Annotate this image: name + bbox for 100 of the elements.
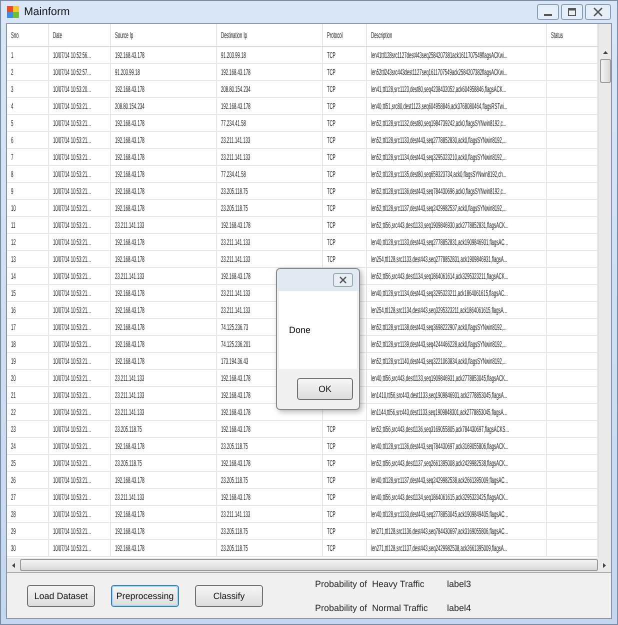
ip-cell: 23.211.141.133 — [115, 390, 144, 400]
scroll-thumb[interactable] — [20, 559, 598, 571]
dialog-message: Done — [289, 325, 311, 335]
ip-cell: 23.211.141.133 — [221, 254, 250, 264]
protocol-cell: TCP — [327, 254, 336, 264]
date-cell: 10/07/14 10:53:21... — [53, 339, 91, 349]
date-cell: 10/07/14 10:53:21... — [53, 407, 91, 417]
column-header[interactable]: Description — [367, 24, 547, 46]
column-header[interactable]: Sno — [7, 24, 49, 46]
close-icon[interactable] — [333, 273, 353, 287]
column-header[interactable]: Destination Ip — [217, 24, 323, 46]
protocol-cell: TCP — [327, 458, 336, 468]
row-number: 4 — [11, 101, 14, 111]
row-number: 14 — [11, 271, 16, 281]
result-value: label4 — [447, 602, 472, 612]
result-label: Probability of Normal Traffic — [315, 602, 429, 612]
row-number: 25 — [11, 458, 16, 468]
description-cell: len254,ttl128,src1133,dest443,seq2778852831,ack1909846931,flagsA... — [371, 254, 508, 264]
date-cell: 10/07/14 10:53:21... — [53, 305, 91, 315]
action-button[interactable]: Classify — [195, 584, 263, 606]
row-number: 10 — [11, 203, 16, 213]
protocol-cell: TCP — [327, 237, 336, 247]
description-cell: len271,ttl128,src1137,dest443,seq2429982538,ack2661395009,flagsA... — [371, 543, 508, 553]
protocol-cell: TCP — [327, 543, 336, 553]
row-number: 3 — [11, 84, 14, 94]
scroll-thumb[interactable] — [600, 59, 610, 83]
description-cell: len1144,ttl56,src443,dest1133,seq1909848301,ack2778853045,flagsA... — [371, 407, 507, 417]
ip-cell: 23.211.141.133 — [115, 271, 144, 281]
ok-button[interactable]: OK — [297, 378, 353, 400]
maximize-icon[interactable] — [561, 4, 583, 20]
description-cell: len40,ttl56,src443,dest1134,seq1864061615,ack3295323425,flagsACK... — [371, 492, 508, 502]
ip-cell: 23.211.141.133 — [221, 237, 250, 247]
row-number: 7 — [11, 152, 14, 162]
row-number: 11 — [11, 220, 16, 230]
description-cell: len52,ttl128,src1140,dest443,seq3221063834,ack0,flagsSYNwin8192,... — [371, 356, 507, 366]
minimize-icon[interactable] — [537, 4, 559, 20]
date-cell: 10/07/14 10:53:21... — [53, 203, 91, 213]
ip-cell: 192.168.43.178 — [115, 288, 145, 298]
ip-cell: 192.168.43.178 — [115, 84, 145, 94]
ip-cell: 23.205.118.75 — [115, 424, 142, 434]
ip-cell: 192.168.43.178 — [115, 118, 145, 128]
row-number: 9 — [11, 186, 14, 196]
row-number: 24 — [11, 441, 16, 451]
ip-cell: 23.211.141.133 — [115, 492, 144, 502]
ip-cell: 208.80.154.234 — [221, 84, 251, 94]
description-cell: len41,ttl128,src1123,dest80,seq4238432052,ack604958846,flagsACK... — [371, 84, 506, 94]
ip-cell: 192.168.43.178 — [115, 186, 145, 196]
row-number: 17 — [11, 322, 16, 332]
action-button[interactable]: Preprocessing — [111, 584, 179, 606]
column-header[interactable]: Source Ip — [111, 24, 217, 46]
protocol-cell: TCP — [327, 67, 336, 77]
action-button[interactable]: Load Dataset — [27, 584, 95, 606]
protocol-cell: TCP — [327, 526, 336, 536]
ip-cell: 192.168.43.178 — [115, 339, 145, 349]
date-cell: 10/07/14 10:53:21... — [53, 356, 91, 366]
protocol-cell: TCP — [327, 492, 336, 502]
protocol-cell: TCP — [327, 203, 336, 213]
description-cell: len52,ttl56,src443,dest1133,seq1909846930,ack2778852831,flagsACK... — [371, 220, 508, 230]
description-cell: len40,ttl128,src1137,dest443,seq2429982538,ack2661395009,flagsAC... — [371, 475, 508, 485]
description-cell: len52,ttl128,src1137,dest443,seq2429982537,ack0,flagsSYNwin8192,... — [371, 203, 507, 213]
row-number: 13 — [11, 254, 16, 264]
row-number: 28 — [11, 509, 16, 519]
ip-cell: 192.168.43.178 — [115, 322, 145, 332]
ip-cell: 208.80.154.234 — [115, 101, 145, 111]
protocol-cell: TCP — [327, 424, 336, 434]
description-cell: len52,ttl128,src1134,dest443,seq3295323210,ack0,flagsSYNwin8192,... — [371, 152, 507, 162]
date-cell: 10/07/14 10:53:21... — [53, 135, 91, 145]
row-number: 23 — [11, 424, 16, 434]
close-icon[interactable] — [585, 4, 611, 20]
ip-cell: 23.205.118.75 — [115, 458, 142, 468]
ip-cell: 23.205.118.75 — [221, 441, 248, 451]
ip-cell: 23.211.141.133 — [115, 407, 144, 417]
row-number: 30 — [11, 543, 16, 553]
row-number: 19 — [11, 356, 16, 366]
date-cell: 10/07/14 10:53:21... — [53, 152, 91, 162]
ip-cell: 77.234.41.58 — [221, 169, 246, 179]
ip-cell: 23.211.141.133 — [221, 135, 250, 145]
ip-cell: 192.168.43.178 — [115, 135, 145, 145]
column-header[interactable]: Protocol — [323, 24, 367, 46]
description-cell: len40,ttl56,src443,dest1133,seq1909846931,ack2778853045,flagsACK... — [371, 373, 508, 383]
row-number: 20 — [11, 373, 16, 383]
window-title: Mainform — [24, 6, 70, 18]
ip-cell: 192.168.43.178 — [115, 475, 145, 485]
ip-cell: 192.168.43.178 — [221, 390, 251, 400]
date-cell: 10/07/14 10:53:20... — [53, 84, 91, 94]
column-header[interactable]: Date — [49, 24, 111, 46]
ip-cell: 192.168.43.178 — [115, 203, 145, 213]
ip-cell: 74.125.236.73 — [221, 322, 248, 332]
description-cell: len52,ttl128,src1138,dest443,seq3698222907,ack0,flagsSYNwin8192,... — [371, 322, 507, 332]
protocol-cell: TCP — [327, 509, 336, 519]
vertical-scrollbar[interactable] — [598, 24, 611, 558]
app-icon — [7, 6, 19, 18]
row-number: 8 — [11, 169, 14, 179]
description-cell: len271,ttl128,src1136,dest443,seq784430697,ack3169055806,flagsAC... — [371, 526, 508, 536]
description-cell: len52,ttl56,src443,dest1137,seq2661395008,ack2429982538,flagsACK... — [371, 458, 508, 468]
description-cell: len40,ttl128,src1133,dest443,seq2778853045,ack1909849405,flagsAC... — [371, 509, 508, 519]
description-cell: len52,ttl128,src1132,dest80,seq1984739242,ack0,flagsSYNwin8192,c... — [371, 118, 506, 128]
horizontal-scrollbar[interactable] — [7, 558, 611, 572]
protocol-cell: TCP — [327, 169, 336, 179]
date-cell: 10/07/14 10:53:21... — [53, 424, 91, 434]
